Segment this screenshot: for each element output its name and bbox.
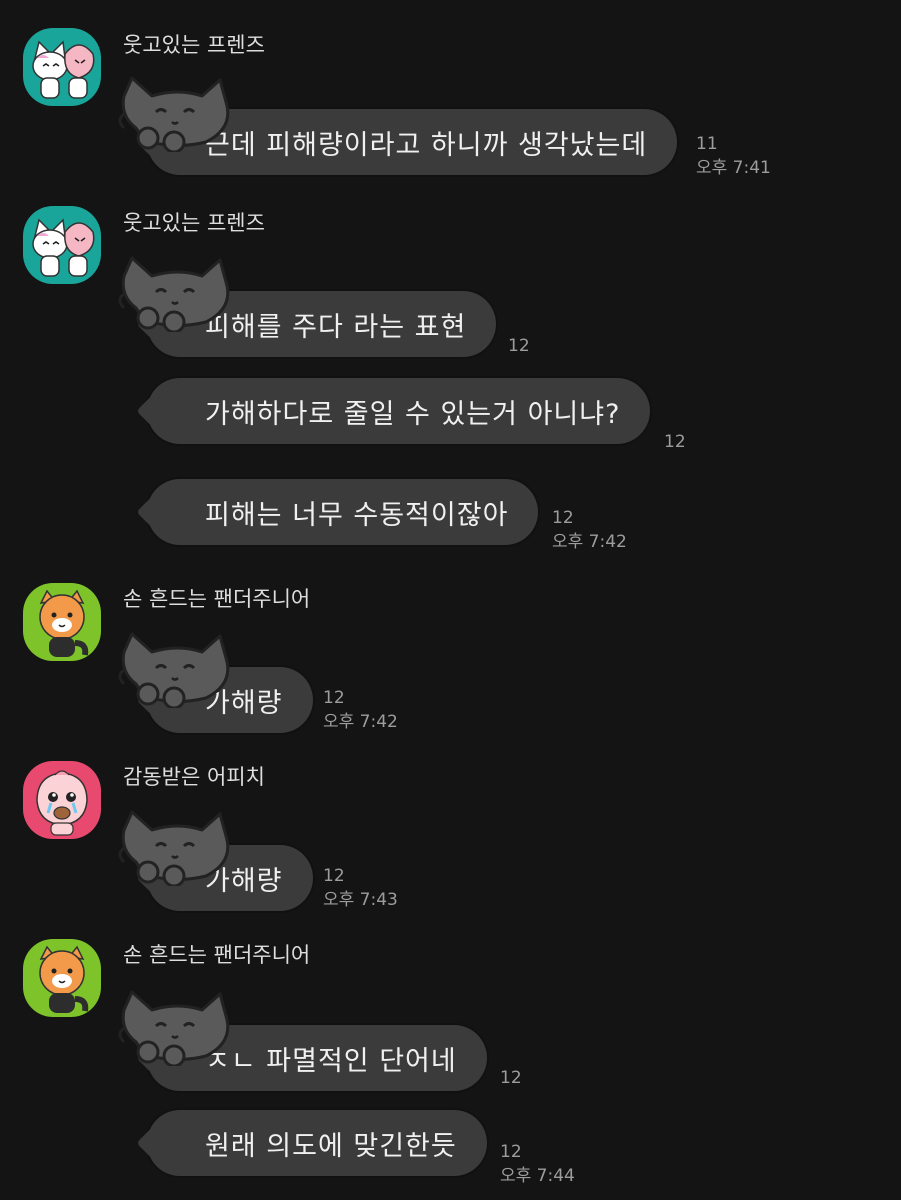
- sender-name: 감동받은 어피치: [123, 765, 265, 789]
- message-meta: 12: [664, 430, 686, 454]
- panda-junior-icon: [39, 589, 89, 657]
- unread-count: 11: [696, 134, 718, 154]
- timestamp: 오후 7:41: [696, 158, 771, 178]
- message-text: ㅈㄴ 파멸적인 단어네: [205, 1045, 457, 1077]
- cat-emoticon-icon: [118, 802, 234, 886]
- message-text: 가해하다로 줄일 수 있는거 아니냐?: [205, 398, 621, 430]
- sender-avatar[interactable]: [23, 28, 101, 106]
- cat-emoticon-icon: [118, 248, 234, 332]
- cat-peach-friends-icon: [32, 218, 95, 277]
- message-meta: 12 오후 7:43: [323, 864, 398, 912]
- message-meta: 12 오후 7:42: [323, 686, 398, 734]
- cat-emoticon-icon: [118, 68, 234, 152]
- sender-avatar[interactable]: [23, 583, 101, 661]
- unread-count: 12: [323, 866, 345, 886]
- cat-emoticon-icon: [118, 982, 234, 1066]
- message-bubble[interactable]: 피해는 너무 수동적이잖아: [136, 479, 539, 545]
- message-meta: 11 오후 7:41: [696, 132, 771, 180]
- message-meta: 12: [500, 1066, 522, 1090]
- sender-avatar[interactable]: [23, 206, 101, 284]
- message-text: 원래 의도에 맞긴한듯: [205, 1130, 457, 1162]
- message-bubble[interactable]: 가해하다로 줄일 수 있는거 아니냐?: [136, 378, 651, 444]
- message-text: 피해를 주다 라는 표현: [205, 311, 467, 343]
- sender-avatar[interactable]: [23, 761, 101, 839]
- panda-junior-icon: [39, 945, 89, 1013]
- sender-name: 손 흔드는 팬더주니어: [123, 587, 311, 611]
- timestamp: 오후 7:44: [500, 1166, 575, 1186]
- sender-name: 웃고있는 프렌즈: [123, 33, 265, 57]
- cat-peach-friends-icon: [32, 40, 95, 99]
- unread-count: 12: [500, 1068, 522, 1088]
- unread-count: 12: [664, 432, 686, 452]
- unread-count: 12: [500, 1142, 522, 1162]
- timestamp: 오후 7:43: [323, 890, 398, 910]
- unread-count: 12: [552, 508, 574, 528]
- unread-count: 12: [323, 688, 345, 708]
- sender-name: 손 흔드는 팬더주니어: [123, 943, 311, 967]
- message-text: 근데 피해량이라고 하니까 생각났는데: [205, 129, 648, 161]
- crying-apeach-icon: [36, 770, 88, 836]
- timestamp: 오후 7:42: [323, 712, 398, 732]
- message-meta: 12 오후 7:42: [552, 506, 627, 554]
- unread-count: 12: [508, 336, 530, 356]
- message-bubble[interactable]: 원래 의도에 맞긴한듯: [136, 1110, 487, 1176]
- cat-emoticon-icon: [118, 624, 234, 708]
- sender-avatar[interactable]: [23, 939, 101, 1017]
- message-meta: 12: [508, 334, 530, 358]
- timestamp: 오후 7:42: [552, 532, 627, 552]
- message-text: 피해는 너무 수동적이잖아: [205, 499, 509, 531]
- message-meta: 12 오후 7:44: [500, 1140, 575, 1188]
- sender-name: 웃고있는 프렌즈: [123, 211, 265, 235]
